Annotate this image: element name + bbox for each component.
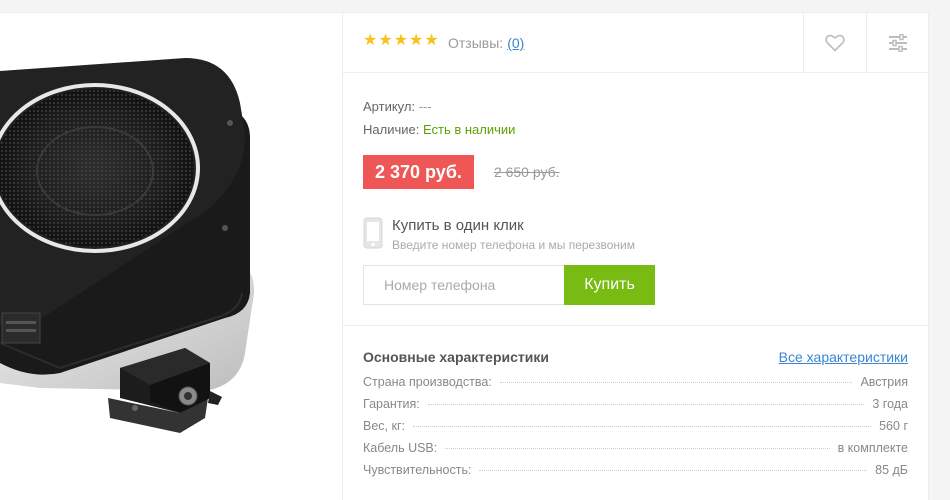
star-icon: ★ [424, 32, 439, 49]
product-image[interactable] [0, 13, 342, 500]
phone-input[interactable] [363, 265, 564, 305]
spec-name: Страна производства: [363, 375, 492, 389]
spec-value: 560 г [879, 419, 908, 433]
spec-row: Кабель USB: в комплекте [363, 441, 908, 463]
heart-icon [825, 34, 845, 52]
star-icon: ★ [363, 32, 378, 49]
spec-row: Вес, кг: 560 г [363, 419, 908, 441]
sku-label: Артикул: [363, 99, 416, 114]
specs-list: Страна производства: Австрия Гарантия: 3… [363, 375, 908, 485]
spec-dots [499, 382, 853, 383]
reviews: Отзывы: (0) [448, 35, 524, 51]
reviews-label: Отзывы: [448, 35, 504, 51]
stock-status: Есть в наличии [422, 122, 516, 137]
star-icon: ★ [409, 32, 424, 49]
spec-dots [479, 470, 868, 471]
star-icon: ★ [378, 32, 393, 49]
spec-value: 85 дБ [875, 463, 908, 477]
spec-name: Вес, кг: [363, 419, 405, 433]
sku-row: Артикул: --- [363, 95, 515, 118]
spec-dots [413, 426, 872, 427]
spec-name: Кабель USB: [363, 441, 438, 455]
sku-value: --- [418, 99, 432, 114]
sliders-icon [889, 34, 907, 52]
stock-row: Наличие: Есть в наличии [363, 118, 515, 141]
spec-value: в комплекте [837, 441, 908, 455]
price-row: 2 370 руб. 2 650 руб. [363, 155, 560, 189]
compare-button[interactable] [866, 13, 929, 73]
spec-row: Гарантия: 3 года [363, 397, 908, 419]
current-price: 2 370 руб. [363, 155, 474, 189]
specs-header: Основные характеристики Все характеристи… [363, 349, 908, 365]
product-details: Артикул: --- Наличие: Есть в наличии [363, 95, 515, 141]
old-price: 2 650 руб. [493, 164, 560, 180]
buy-button[interactable]: Купить [564, 265, 655, 305]
favorite-button[interactable] [803, 13, 866, 73]
spec-dots [445, 448, 830, 449]
star-rating: ★ ★ ★ ★ ★ [363, 33, 439, 49]
spec-value: 3 года [872, 397, 908, 411]
spec-row: Страна производства: Австрия [363, 375, 908, 397]
one-click-title: Купить в один клик [392, 217, 524, 234]
product-info-panel: ★ ★ ★ ★ ★ Отзывы: (0) Артикул: --- Налич… [342, 13, 929, 500]
stock-label: Наличие: [363, 122, 420, 137]
all-specs-link[interactable]: Все характеристики [779, 349, 908, 365]
product-card: ★ ★ ★ ★ ★ Отзывы: (0) Артикул: --- Налич… [0, 12, 929, 500]
spec-name: Чувствительность: [363, 463, 472, 477]
spec-row: Чувствительность: 85 дБ [363, 463, 908, 485]
spec-dots [427, 404, 865, 405]
one-click-subtitle: Введите номер телефона и мы перезвоним [392, 238, 635, 252]
reviews-count-link[interactable]: (0) [507, 35, 524, 51]
star-icon: ★ [393, 32, 409, 49]
spec-value: Австрия [860, 375, 908, 389]
smartphone-icon [363, 217, 383, 249]
spec-name: Гарантия: [363, 397, 420, 411]
divider [343, 325, 929, 326]
rating-bar: ★ ★ ★ ★ ★ Отзывы: (0) [343, 13, 929, 73]
